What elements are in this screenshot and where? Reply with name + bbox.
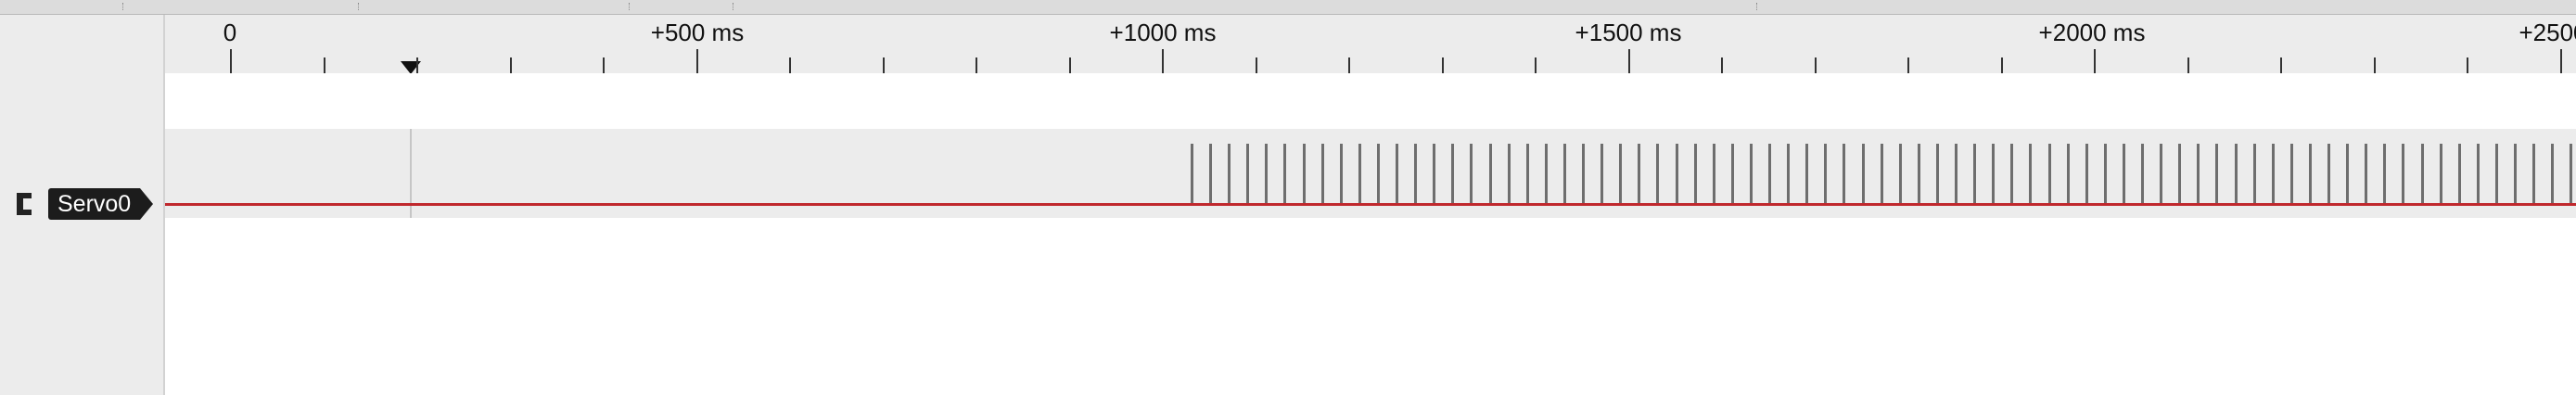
signal-baseline	[165, 203, 2576, 206]
minor-tick	[323, 57, 325, 73]
minor-tick	[1255, 57, 1257, 73]
major-tick	[1162, 49, 1164, 73]
toolbar-separator	[629, 3, 631, 10]
minor-tick	[1348, 57, 1350, 73]
major-tick	[2094, 49, 2096, 73]
minor-tick	[416, 57, 418, 73]
toolbar-separator	[122, 3, 125, 10]
minor-tick	[2280, 57, 2282, 73]
minor-tick	[789, 57, 791, 73]
major-tick	[2559, 49, 2562, 73]
minor-tick	[1441, 57, 1444, 73]
minor-tick	[1814, 57, 1817, 73]
minor-tick	[2187, 57, 2189, 73]
waveform-spacer	[165, 73, 2576, 129]
minor-tick	[882, 57, 885, 73]
minor-tick	[509, 57, 512, 73]
toolbar-separator	[1756, 3, 1759, 10]
tick-label-0: 0	[223, 19, 237, 46]
minor-tick	[2000, 57, 2003, 73]
minor-tick	[2467, 57, 2468, 73]
time-ruler[interactable]: 0 +500 ms +1000 ms +1500 ms +2000 ms +25…	[165, 15, 2576, 74]
tick-label-500ms: +500 ms	[650, 19, 745, 46]
minor-tick	[1721, 57, 1723, 73]
channel-connector-icon	[17, 193, 32, 215]
major-tick	[695, 49, 698, 73]
tick-label-1000ms: +1000 ms	[1109, 19, 1217, 46]
minor-tick	[2373, 57, 2376, 73]
major-tick	[230, 49, 232, 73]
toolbar-separator	[358, 3, 361, 10]
tick-label-2000ms: +2000 ms	[2038, 19, 2146, 46]
empty-waveform-area	[165, 218, 2576, 395]
tick-label-2500ms: +2500	[2519, 19, 2576, 46]
minor-tick	[1535, 57, 1537, 73]
major-tick	[1627, 49, 1630, 73]
minor-tick	[1907, 57, 1909, 73]
toolbar-separator	[733, 3, 735, 10]
tick-label-1500ms: +1500 ms	[1575, 19, 1682, 46]
channel-label-servo0[interactable]: Servo0	[48, 188, 154, 220]
minor-tick	[976, 57, 977, 73]
minor-tick	[1068, 57, 1071, 73]
minor-tick	[603, 57, 605, 73]
top-toolbar-strip	[0, 0, 2576, 15]
